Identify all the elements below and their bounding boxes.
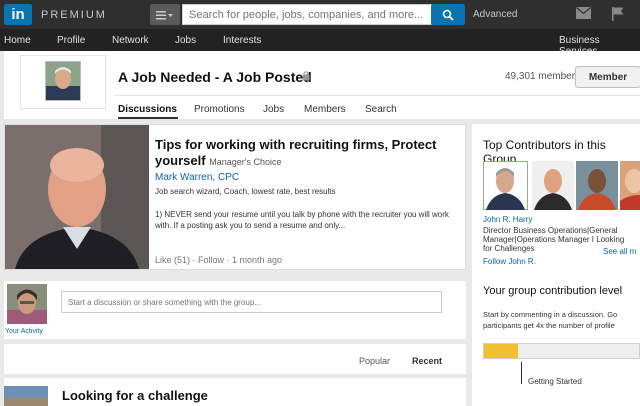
discussion-excerpt: 1) NEVER send your resume until you talk…	[155, 210, 449, 230]
nav-home[interactable]: Home	[4, 35, 31, 46]
discussion-list: Looking for a challenge	[4, 378, 466, 406]
follow-contributor-link[interactable]: Follow John R.	[483, 257, 536, 266]
contribution-progress-fill	[484, 344, 519, 358]
top-contributors-panel: Top Contributors in this Group John R. H…	[472, 124, 640, 278]
discussion-thumbnail[interactable]	[4, 386, 48, 406]
tab-jobs[interactable]: Jobs	[263, 104, 284, 115]
nav-jobs[interactable]: Jobs	[175, 35, 196, 46]
author-photo[interactable]	[5, 125, 149, 269]
group-title[interactable]: A Job Needed - A Job Posted	[118, 69, 312, 85]
search-input[interactable]	[182, 4, 440, 25]
progress-marker	[521, 362, 522, 384]
tab-members[interactable]: Members	[304, 104, 346, 115]
your-activity-link[interactable]: Your Activity	[5, 328, 43, 335]
lock-icon	[302, 71, 310, 81]
linkedin-logo[interactable]: in PREMIUM	[4, 4, 107, 25]
contributor-photo[interactable]	[532, 161, 574, 210]
contribution-progress-bar	[483, 343, 640, 359]
featured-discussion: Tips for working with recruiting firms, …	[4, 124, 466, 270]
sort-bar: Popular Recent	[4, 344, 466, 374]
premium-label: PREMIUM	[41, 8, 107, 21]
list-icon	[156, 10, 173, 19]
sort-popular[interactable]: Popular	[359, 356, 390, 366]
active-tab-indicator	[118, 117, 178, 119]
post-meta[interactable]: Like (51) · Follow · 1 month ago	[155, 255, 282, 265]
nav-profile[interactable]: Profile	[57, 35, 85, 46]
tab-promotions[interactable]: Promotions	[194, 104, 245, 115]
group-logo[interactable]	[20, 55, 106, 109]
share-box: Your Activity	[4, 281, 466, 339]
see-all-link[interactable]: See all m	[603, 247, 636, 256]
discussion-title[interactable]: Looking for a challenge	[62, 388, 208, 403]
sort-recent[interactable]: Recent	[412, 356, 442, 366]
my-avatar[interactable]	[7, 284, 47, 324]
flag-icon[interactable]	[612, 7, 624, 21]
top-bar: in PREMIUM Advanced	[0, 0, 640, 29]
members-count[interactable]: 49,301 members	[505, 71, 580, 82]
contribution-level-panel: Your group contribution level Start by c…	[472, 278, 640, 406]
logo-mark: in	[4, 4, 32, 25]
contribution-level-text: Start by commenting in a discussion. Go …	[483, 310, 618, 330]
managers-choice-badge: Manager's Choice	[209, 157, 282, 167]
author-tagline: Job search wizard, Coach, lowest rate, b…	[155, 187, 336, 196]
contributor-photo[interactable]	[576, 161, 618, 210]
contribution-level-label: Getting Started	[528, 377, 582, 386]
start-discussion-input[interactable]	[61, 291, 442, 313]
group-header: A Job Needed - A Job Posted 49,301 membe…	[4, 51, 640, 119]
main-nav: Home Profile Network Jobs Interests Busi…	[0, 29, 640, 57]
contributor-name[interactable]: John R. Harry	[483, 215, 532, 224]
contributor-photo[interactable]	[483, 161, 528, 210]
nav-network[interactable]: Network	[112, 35, 149, 46]
group-logo-image	[45, 61, 81, 101]
search-button[interactable]	[431, 4, 465, 25]
member-button[interactable]: Member	[575, 66, 640, 88]
author-name[interactable]: Mark Warren, CPC	[155, 172, 239, 183]
mail-icon[interactable]	[576, 7, 591, 19]
discussion-title[interactable]: Tips for working with recruiting firms, …	[155, 137, 455, 170]
tab-search[interactable]: Search	[365, 104, 397, 115]
advanced-search-link[interactable]: Advanced	[473, 9, 517, 20]
contribution-level-title: Your group contribution level	[483, 285, 623, 297]
search-category-dropdown[interactable]	[150, 4, 180, 25]
contributor-photo[interactable]	[620, 161, 640, 210]
search-icon	[442, 9, 454, 21]
nav-interests[interactable]: Interests	[223, 35, 261, 46]
divider	[114, 95, 640, 96]
tab-discussions[interactable]: Discussions	[118, 104, 177, 115]
